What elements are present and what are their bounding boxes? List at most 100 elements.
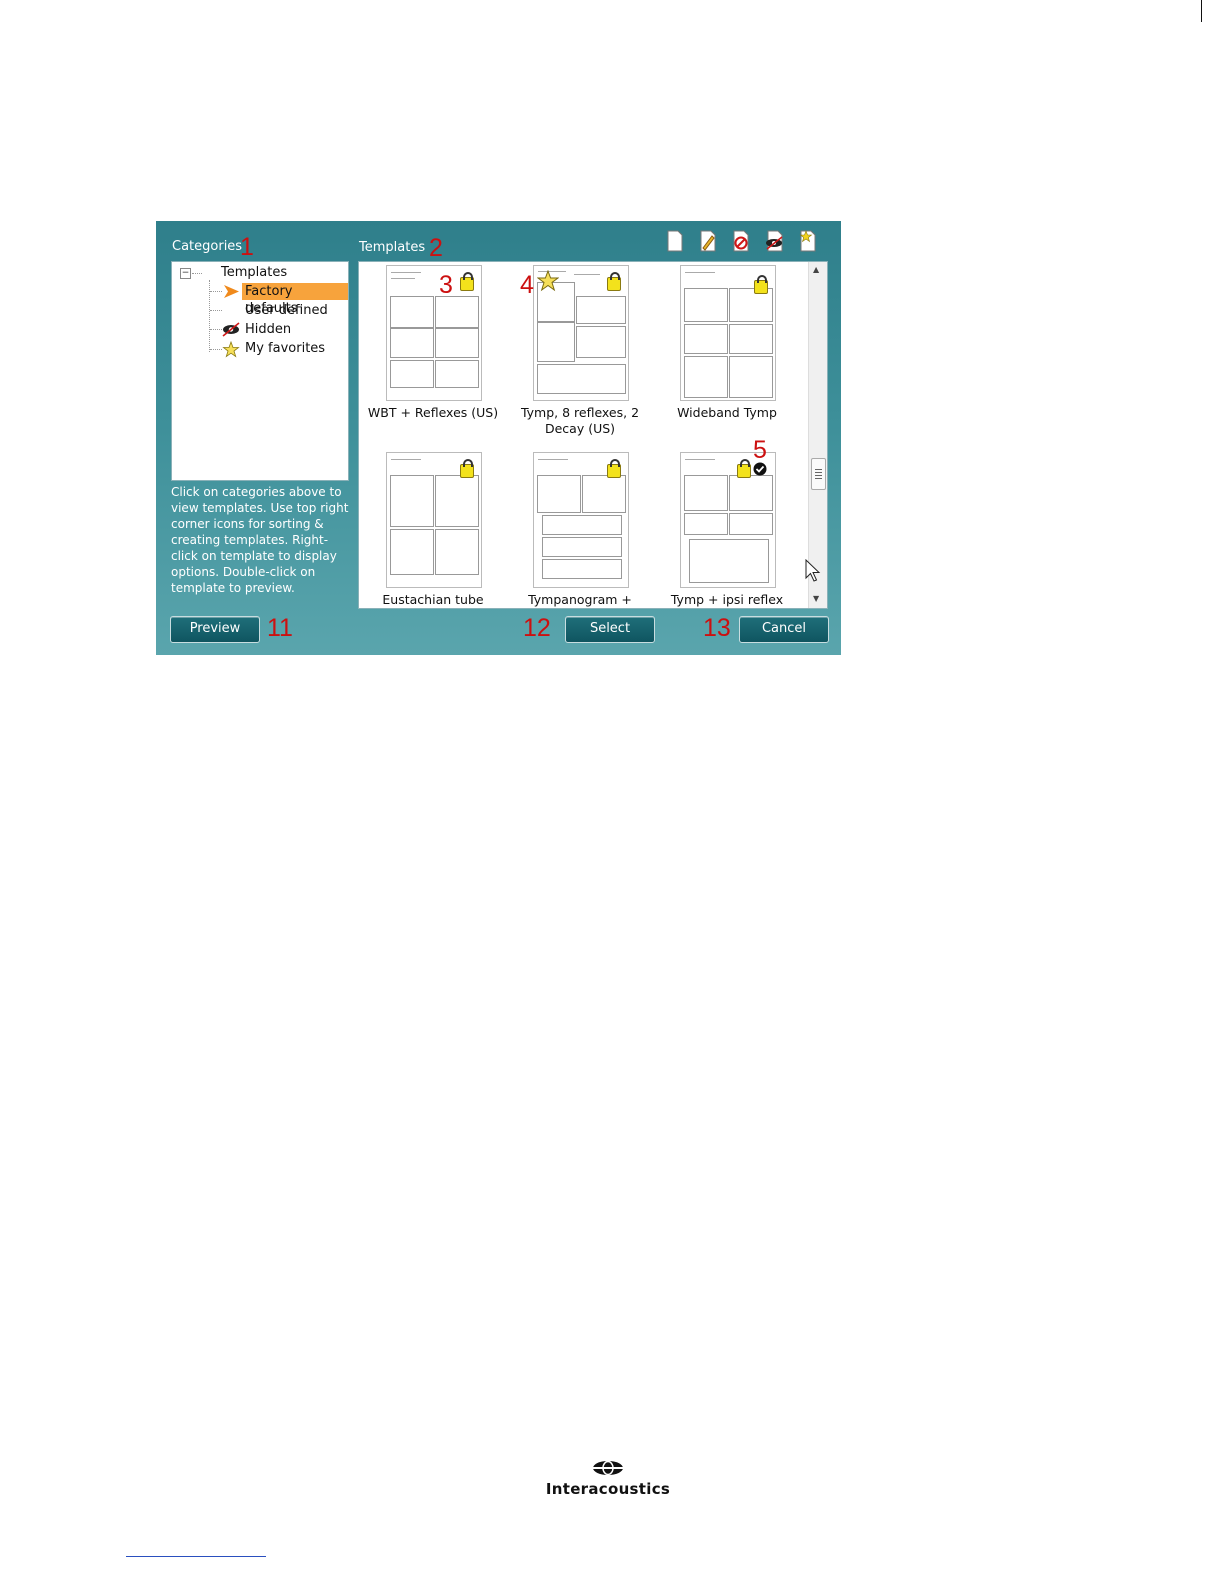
logo-mark-icon (538, 1460, 678, 1480)
template-thumbnail-wbt-reflexes[interactable] (386, 265, 482, 401)
template-caption: Tymp, 8 reflexes, 2 Decay (US) (520, 405, 640, 436)
template-thumbnail-wideband-tymp[interactable] (680, 265, 776, 401)
thumbnail-graph (576, 326, 626, 358)
template-thumbnail-eustachian-tube[interactable] (386, 452, 482, 588)
arrow-icon (222, 283, 240, 300)
thumbnail-graph (435, 529, 479, 575)
thumbnail-graph (390, 475, 434, 527)
tree-connector (210, 291, 222, 292)
mouse-cursor-icon (805, 558, 821, 587)
scrollbar-thumb[interactable] (811, 458, 826, 490)
footer-link-underline[interactable] (126, 1556, 266, 1557)
new-template-icon[interactable] (666, 230, 684, 252)
template-caption: Tympanogram + reflex (528, 592, 632, 607)
scroll-up-icon[interactable]: ▲ (813, 265, 819, 274)
lock-icon (737, 459, 751, 478)
scroll-down-icon[interactable]: ▼ (813, 594, 819, 603)
lock-icon (607, 272, 621, 291)
select-button[interactable]: Select (565, 616, 655, 643)
thumbnail-graph (435, 360, 479, 388)
thumbnail-graph (542, 515, 622, 535)
thumbnail-graph (729, 513, 773, 535)
thumbnail-graph (537, 322, 575, 362)
thumbnail-line (391, 459, 421, 460)
tree-connector (210, 329, 222, 330)
templates-scrollbar[interactable]: ▲ ▼ (808, 262, 827, 608)
tree-connector (192, 273, 202, 274)
thumbnail-line (685, 272, 715, 273)
star-icon (222, 340, 240, 358)
lock-icon (460, 459, 474, 478)
thumbnail-graph (684, 288, 728, 322)
marker-5: 5 (753, 436, 767, 464)
thumbnail-graph (537, 475, 581, 513)
tree-item-factory-defaults[interactable]: Factory defaults (242, 283, 348, 316)
grip-line (815, 478, 822, 479)
thumbnail-line (538, 459, 568, 460)
thumbnail-line (391, 272, 421, 273)
thumbnail-graph (435, 296, 479, 328)
marker-13: 13 (703, 614, 731, 642)
delete-template-icon[interactable] (732, 230, 750, 252)
lock-icon (754, 275, 768, 294)
tree-root-templates[interactable]: Templates (221, 265, 287, 280)
lock-icon (460, 272, 474, 291)
thumbnail-graph (576, 296, 626, 324)
thumbnail-graph (542, 559, 622, 579)
marker-11: 11 (267, 614, 293, 642)
hidden-eye-icon (222, 321, 240, 338)
template-caption: Wideband Tymp (677, 405, 777, 420)
template-caption: Eustachian tube (382, 592, 484, 607)
tree-item-hidden[interactable]: Hidden (242, 321, 294, 338)
template-caption: Tymp + ipsi reflex (670, 592, 784, 607)
preview-button[interactable]: Preview (170, 616, 260, 643)
hide-template-icon[interactable] (765, 230, 783, 252)
thumbnail-graph (390, 360, 434, 388)
tree-connector (210, 310, 222, 311)
thumbnail-graph (390, 296, 434, 328)
thumbnail-line (574, 274, 600, 275)
favorite-star-icon (536, 269, 560, 296)
marker-4: 4 (520, 271, 534, 299)
template-thumbnail-tymp-ipsi-reflex[interactable] (680, 452, 776, 588)
grip-line (815, 472, 822, 473)
collapse-icon[interactable]: − (180, 268, 191, 279)
edit-template-icon[interactable] (699, 230, 717, 252)
marker-2: 2 (429, 234, 443, 262)
tree-item-user-defined[interactable]: User defined (242, 302, 331, 319)
tree-item-my-favorites[interactable]: My favorites (242, 340, 328, 357)
thumbnail-line (685, 459, 715, 460)
thumbnail-graph (390, 529, 434, 575)
thumbnail-graph (537, 364, 626, 394)
tree-connector (210, 349, 222, 350)
template-caption: WBT + Reflexes (US) (367, 405, 499, 420)
thumbnail-graph (684, 324, 728, 354)
thumbnail-graph (729, 324, 773, 354)
templates-gallery[interactable]: 3 WBT + Reflexes (US) 4 Tymp, 8 reflexes… (358, 261, 828, 609)
cancel-button[interactable]: Cancel (739, 616, 829, 643)
page-edge-rule (1201, 0, 1202, 22)
thumbnail-graph (435, 328, 479, 358)
thumbnail-graph (729, 356, 773, 398)
categories-title: Categories (172, 239, 243, 254)
thumbnail-graph (689, 539, 769, 583)
thumbnail-line (391, 278, 415, 279)
categories-tree[interactable]: − Templates Factory defaults User define… (171, 261, 349, 481)
thumbnail-graph (542, 537, 622, 557)
thumbnail-graph (684, 513, 728, 535)
thumbnail-graph (684, 475, 728, 511)
template-selector-dialog: Categories 1 Templates 2 6 7 8 9 10 − Te… (156, 221, 841, 655)
templates-title: Templates (359, 240, 426, 255)
grip-line (815, 469, 822, 470)
brand-name: Interacoustics (545, 1480, 671, 1498)
marker-3: 3 (439, 271, 453, 299)
thumbnail-graph (435, 475, 479, 527)
thumbnail-graph (684, 356, 728, 398)
thumbnail-graph (729, 475, 773, 511)
favorite-template-icon[interactable] (799, 230, 817, 252)
thumbnail-graph (390, 328, 434, 358)
grip-line (815, 475, 822, 476)
thumbnail-graph (582, 475, 626, 513)
template-thumbnail-tympanogram-reflex[interactable] (533, 452, 629, 588)
interacoustics-logo: Interacoustics (538, 1460, 678, 1498)
